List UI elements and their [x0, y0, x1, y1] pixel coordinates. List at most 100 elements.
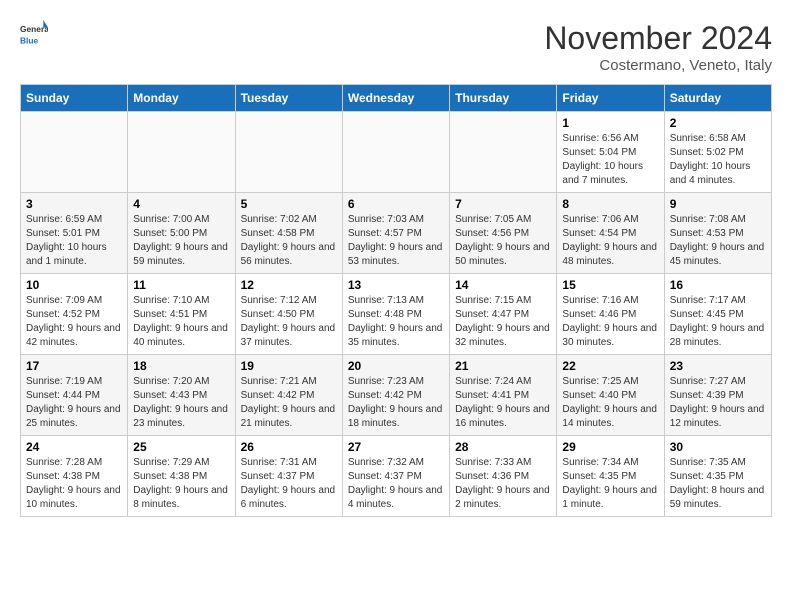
day-number: 2 [670, 116, 766, 130]
day-info: Sunrise: 7:09 AM Sunset: 4:52 PM Dayligh… [26, 294, 122, 350]
day-number: 20 [348, 359, 444, 373]
calendar-cell: 14 Sunrise: 7:15 AM Sunset: 4:47 PM Dayli… [450, 274, 557, 355]
day-number: 5 [241, 197, 337, 211]
calendar-cell: 2 Sunrise: 6:58 AM Sunset: 5:02 PM Daylig… [664, 112, 771, 193]
day-info: Sunrise: 7:23 AM Sunset: 4:42 PM Dayligh… [348, 375, 444, 431]
day-info: Sunrise: 7:13 AM Sunset: 4:48 PM Dayligh… [348, 294, 444, 350]
calendar-cell: 17 Sunrise: 7:19 AM Sunset: 4:44 PM Dayli… [21, 355, 128, 436]
day-number: 14 [455, 278, 551, 292]
logo: General Blue [20, 20, 48, 48]
location-subtitle: Costermano, Veneto, Italy [544, 57, 772, 74]
calendar-cell: 20 Sunrise: 7:23 AM Sunset: 4:42 PM Dayli… [342, 355, 449, 436]
calendar-cell: 10Sunrise: 7:09 AM Sunset: 4:52 PM Dayli… [21, 274, 128, 355]
header-thursday: Thursday [450, 85, 557, 112]
calendar-cell [235, 112, 342, 193]
day-number: 21 [455, 359, 551, 373]
calendar-cell: 5 Sunrise: 7:02 AM Sunset: 4:58 PM Daylig… [235, 193, 342, 274]
calendar-cell [128, 112, 235, 193]
calendar-cell: 30 Sunrise: 7:35 AM Sunset: 4:35 PM Dayli… [664, 436, 771, 517]
calendar-cell: 23 Sunrise: 7:27 AM Sunset: 4:39 PM Dayli… [664, 355, 771, 436]
day-info: Sunrise: 7:35 AM Sunset: 4:35 PM Dayligh… [670, 456, 766, 512]
svg-text:Blue: Blue [20, 35, 38, 45]
day-number: 23 [670, 359, 766, 373]
calendar-cell: 6 Sunrise: 7:03 AM Sunset: 4:57 PM Daylig… [342, 193, 449, 274]
calendar-cell [21, 112, 128, 193]
header-wednesday: Wednesday [342, 85, 449, 112]
calendar-cell: 22 Sunrise: 7:25 AM Sunset: 4:40 PM Dayli… [557, 355, 664, 436]
calendar-week-row: 24Sunrise: 7:28 AM Sunset: 4:38 PM Dayli… [21, 436, 772, 517]
day-info: Sunrise: 7:06 AM Sunset: 4:54 PM Dayligh… [562, 213, 658, 269]
day-number: 4 [133, 197, 229, 211]
calendar-cell: 13 Sunrise: 7:13 AM Sunset: 4:48 PM Dayli… [342, 274, 449, 355]
day-number: 19 [241, 359, 337, 373]
day-number: 6 [348, 197, 444, 211]
day-number: 22 [562, 359, 658, 373]
day-info: Sunrise: 7:33 AM Sunset: 4:36 PM Dayligh… [455, 456, 551, 512]
day-number: 26 [241, 440, 337, 454]
day-number: 8 [562, 197, 658, 211]
calendar-week-row: 17 Sunrise: 7:19 AM Sunset: 4:44 PM Dayli… [21, 355, 772, 436]
header-monday: Monday [128, 85, 235, 112]
month-title: November 2024 [544, 20, 772, 57]
day-info: Sunrise: 7:05 AM Sunset: 4:56 PM Dayligh… [455, 213, 551, 269]
day-info: Sunrise: 7:02 AM Sunset: 4:58 PM Dayligh… [241, 213, 337, 269]
calendar-cell: 28Sunrise: 7:33 AM Sunset: 4:36 PM Dayli… [450, 436, 557, 517]
calendar-cell [342, 112, 449, 193]
calendar-cell: 26 Sunrise: 7:31 AM Sunset: 4:37 PM Dayli… [235, 436, 342, 517]
day-number: 27 [348, 440, 444, 454]
day-number: 25 [133, 440, 229, 454]
header-tuesday: Tuesday [235, 85, 342, 112]
day-info: Sunrise: 7:29 AM Sunset: 4:38 PM Dayligh… [133, 456, 229, 512]
calendar-cell [450, 112, 557, 193]
calendar-table: Sunday Monday Tuesday Wednesday Thursday… [20, 84, 772, 517]
day-info: Sunrise: 7:19 AM Sunset: 4:44 PM Dayligh… [26, 375, 122, 431]
day-info: Sunrise: 7:00 AM Sunset: 5:00 PM Dayligh… [133, 213, 229, 269]
day-number: 12 [241, 278, 337, 292]
day-info: Sunrise: 7:17 AM Sunset: 4:45 PM Dayligh… [670, 294, 766, 350]
day-number: 30 [670, 440, 766, 454]
day-number: 17 [26, 359, 122, 373]
day-info: Sunrise: 6:58 AM Sunset: 5:02 PM Dayligh… [670, 132, 766, 188]
day-number: 13 [348, 278, 444, 292]
day-number: 11 [133, 278, 229, 292]
header-saturday: Saturday [664, 85, 771, 112]
logo-icon: General Blue [20, 20, 48, 48]
day-info: Sunrise: 6:59 AM Sunset: 5:01 PM Dayligh… [26, 213, 122, 269]
day-info: Sunrise: 7:34 AM Sunset: 4:35 PM Dayligh… [562, 456, 658, 512]
calendar-cell: 25 Sunrise: 7:29 AM Sunset: 4:38 PM Dayli… [128, 436, 235, 517]
calendar-cell: 9Sunrise: 7:08 AM Sunset: 4:53 PM Daylig… [664, 193, 771, 274]
calendar-cell: 12 Sunrise: 7:12 AM Sunset: 4:50 PM Dayli… [235, 274, 342, 355]
calendar-cell: 24Sunrise: 7:28 AM Sunset: 4:38 PM Dayli… [21, 436, 128, 517]
day-info: Sunrise: 7:21 AM Sunset: 4:42 PM Dayligh… [241, 375, 337, 431]
calendar-cell: 16 Sunrise: 7:17 AM Sunset: 4:45 PM Dayli… [664, 274, 771, 355]
day-number: 16 [670, 278, 766, 292]
calendar-cell: 27 Sunrise: 7:32 AM Sunset: 4:37 PM Dayli… [342, 436, 449, 517]
day-info: Sunrise: 7:31 AM Sunset: 4:37 PM Dayligh… [241, 456, 337, 512]
day-number: 7 [455, 197, 551, 211]
day-info: Sunrise: 7:25 AM Sunset: 4:40 PM Dayligh… [562, 375, 658, 431]
calendar-week-row: 3Sunrise: 6:59 AM Sunset: 5:01 PM Daylig… [21, 193, 772, 274]
day-info: Sunrise: 7:12 AM Sunset: 4:50 PM Dayligh… [241, 294, 337, 350]
calendar-cell: 4 Sunrise: 7:00 AM Sunset: 5:00 PM Daylig… [128, 193, 235, 274]
calendar-cell: 15Sunrise: 7:16 AM Sunset: 4:46 PM Dayli… [557, 274, 664, 355]
calendar-cell: 8 Sunrise: 7:06 AM Sunset: 4:54 PM Daylig… [557, 193, 664, 274]
calendar-cell: 11Sunrise: 7:10 AM Sunset: 4:51 PM Dayli… [128, 274, 235, 355]
calendar-week-row: 1Sunrise: 6:56 AM Sunset: 5:04 PM Daylig… [21, 112, 772, 193]
day-number: 18 [133, 359, 229, 373]
calendar-cell: 7 Sunrise: 7:05 AM Sunset: 4:56 PM Daylig… [450, 193, 557, 274]
day-info: Sunrise: 7:03 AM Sunset: 4:57 PM Dayligh… [348, 213, 444, 269]
day-info: Sunrise: 7:32 AM Sunset: 4:37 PM Dayligh… [348, 456, 444, 512]
title-block: November 2024 Costermano, Veneto, Italy [544, 20, 772, 74]
day-number: 9 [670, 197, 766, 211]
day-info: Sunrise: 7:15 AM Sunset: 4:47 PM Dayligh… [455, 294, 551, 350]
day-info: Sunrise: 7:24 AM Sunset: 4:41 PM Dayligh… [455, 375, 551, 431]
day-number: 1 [562, 116, 658, 130]
calendar-cell: 29 Sunrise: 7:34 AM Sunset: 4:35 PM Dayli… [557, 436, 664, 517]
calendar-cell: 21 Sunrise: 7:24 AM Sunset: 4:41 PM Dayli… [450, 355, 557, 436]
calendar-header-row: Sunday Monday Tuesday Wednesday Thursday… [21, 85, 772, 112]
calendar-week-row: 10Sunrise: 7:09 AM Sunset: 4:52 PM Dayli… [21, 274, 772, 355]
day-number: 24 [26, 440, 122, 454]
calendar-cell: 19 Sunrise: 7:21 AM Sunset: 4:42 PM Dayli… [235, 355, 342, 436]
day-number: 29 [562, 440, 658, 454]
day-info: Sunrise: 7:27 AM Sunset: 4:39 PM Dayligh… [670, 375, 766, 431]
